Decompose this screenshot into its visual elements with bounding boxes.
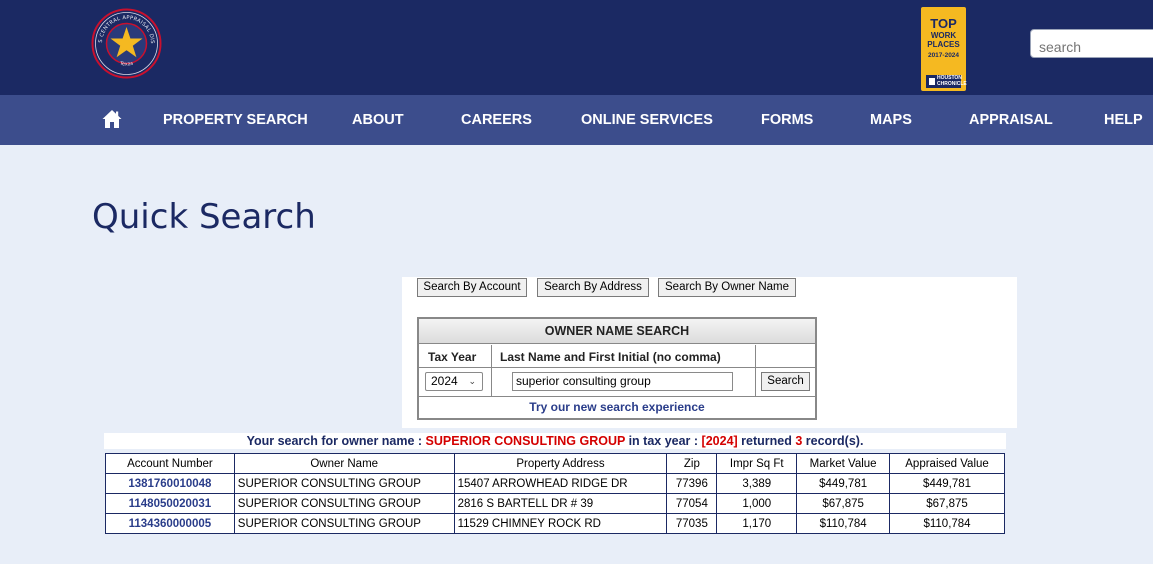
summary-owner: SUPERIOR CONSULTING GROUP: [425, 434, 626, 448]
impr-sqft-cell: 1,170: [716, 513, 798, 534]
column-header: Property Address: [453, 453, 668, 474]
account-number-link[interactable]: 1134360000005: [105, 513, 235, 534]
impr-sqft-cell: 3,389: [716, 473, 798, 494]
table-row: 1148050020031 SUPERIOR CONSULTING GROUP …: [105, 493, 1005, 514]
tax-year-label: Tax Year: [428, 350, 477, 364]
appraised-value-cell: $67,875: [889, 493, 1005, 514]
column-header: Zip: [666, 453, 718, 474]
divider: [491, 345, 492, 397]
badge-sponsor: HOUSTON CHRONICLE: [926, 75, 967, 88]
account-number-link[interactable]: 1381760010048: [105, 473, 235, 494]
nav-item-forms[interactable]: FORMS: [761, 95, 813, 145]
appraised-value-cell: $449,781: [889, 473, 1005, 494]
property-address-cell: 11529 CHIMNEY ROCK RD: [453, 513, 668, 534]
badge-years-text: 2017-2024: [927, 52, 960, 59]
chevron-down-icon: ⌄: [468, 376, 476, 386]
divider: [419, 396, 815, 397]
property-address-cell: 15407 ARROWHEAD RIDGE DR: [453, 473, 668, 494]
badge-sponsor-text: HOUSTON CHRONICLE: [937, 75, 967, 87]
account-number-link[interactable]: 1148050020031: [105, 493, 235, 514]
zip-cell: 77035: [666, 513, 718, 534]
hcad-seal-logo[interactable]: HARRIS CENTRAL APPRAISAL DISTRICT Texas: [91, 8, 162, 79]
badge-top-text: TOP: [930, 16, 957, 31]
column-header: Appraised Value: [889, 453, 1005, 474]
column-header: Owner Name: [233, 453, 455, 474]
nav-item-appraisal[interactable]: APPRAISAL: [969, 95, 1053, 145]
nav-item-careers[interactable]: CAREERS: [461, 95, 532, 145]
page-title: Quick Search: [92, 197, 316, 237]
nav-item-about[interactable]: ABOUT: [352, 95, 404, 145]
impr-sqft-cell: 1,000: [716, 493, 798, 514]
column-header: Market Value: [796, 453, 891, 474]
owner-search-heading: OWNER NAME SEARCH: [419, 319, 815, 344]
badge-workplaces-text: WORK PLACES: [927, 31, 960, 49]
owner-name-input[interactable]: superior consulting group: [512, 372, 733, 391]
try-new-search-link[interactable]: Try our new search experience: [419, 400, 815, 414]
nav-item-maps[interactable]: MAPS: [870, 95, 912, 145]
divider: [419, 367, 815, 368]
nav-item-help[interactable]: HELP: [1104, 95, 1143, 145]
top-workplaces-badge[interactable]: TOP WORK PLACES 2017-2024 HOUSTON CHRONI…: [921, 7, 967, 91]
owner-name-cell: SUPERIOR CONSULTING GROUP: [233, 513, 455, 534]
home-icon[interactable]: [102, 109, 122, 129]
summary-year: [2024]: [701, 434, 738, 448]
table-row: 1134360000005 SUPERIOR CONSULTING GROUP …: [105, 513, 1005, 534]
nav-item-property-search[interactable]: PROPERTY SEARCH: [163, 95, 308, 145]
tax-year-value: 2024: [431, 374, 458, 388]
summary-suffix: record(s).: [802, 434, 864, 448]
search-summary: Your search for owner name : SUPERIOR CO…: [104, 433, 1006, 449]
site-search-input[interactable]: [1030, 29, 1153, 58]
search-by-owner-button[interactable]: Search By Owner Name: [658, 278, 796, 297]
newspaper-icon: [929, 78, 935, 85]
summary-prefix: Your search for owner name :: [246, 434, 426, 448]
summary-returned: returned: [737, 434, 796, 448]
market-value-cell: $110,784: [796, 513, 891, 534]
search-button[interactable]: Search: [761, 372, 810, 391]
tax-year-select[interactable]: 2024 ⌄: [425, 372, 483, 391]
summary-middle: in tax year :: [625, 434, 702, 448]
divider: [755, 345, 756, 397]
appraised-value-cell: $110,784: [889, 513, 1005, 534]
search-panel: Search By Account Search By Address Sear…: [402, 277, 1017, 428]
owner-name-cell: SUPERIOR CONSULTING GROUP: [233, 473, 455, 494]
zip-cell: 77054: [666, 493, 718, 514]
column-header: Impr Sq Ft: [716, 453, 798, 474]
results-table: Account Number Owner Name Property Addre…: [105, 453, 1005, 534]
main-nav: PROPERTY SEARCH ABOUT CAREERS ONLINE SER…: [0, 95, 1153, 145]
owner-name-search-form: OWNER NAME SEARCH Tax Year Last Name and…: [417, 317, 817, 420]
table-header-row: Account Number Owner Name Property Addre…: [105, 453, 1005, 474]
owner-name-cell: SUPERIOR CONSULTING GROUP: [233, 493, 455, 514]
zip-cell: 77396: [666, 473, 718, 494]
table-row: 1381760010048 SUPERIOR CONSULTING GROUP …: [105, 473, 1005, 494]
owner-name-label: Last Name and First Initial (no comma): [500, 350, 721, 364]
search-by-address-button[interactable]: Search By Address: [537, 278, 649, 297]
nav-item-online-services[interactable]: ONLINE SERVICES: [581, 95, 713, 145]
site-header: HARRIS CENTRAL APPRAISAL DISTRICT Texas …: [0, 0, 1153, 95]
column-header: Account Number: [105, 453, 235, 474]
property-address-cell: 2816 S BARTELL DR # 39: [453, 493, 668, 514]
market-value-cell: $449,781: [796, 473, 891, 494]
market-value-cell: $67,875: [796, 493, 891, 514]
search-by-account-button[interactable]: Search By Account: [417, 278, 527, 297]
